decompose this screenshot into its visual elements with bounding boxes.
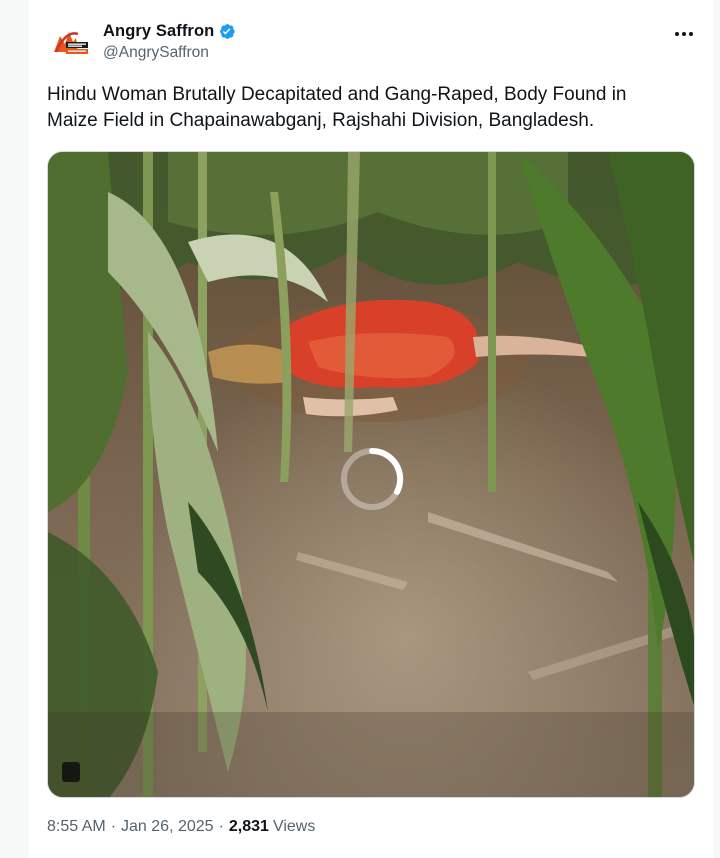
pause-icon[interactable]	[62, 762, 80, 782]
loading-spinner-icon	[341, 447, 404, 510]
author-handle[interactable]: @AngrySaffron	[103, 44, 236, 62]
tweet-text: Hindu Woman Brutally Decapitated and Gan…	[47, 84, 627, 131]
avatar[interactable]	[48, 22, 92, 66]
views-count: 2,831	[228, 818, 269, 835]
video-player[interactable]	[47, 151, 695, 798]
angry-saffron-logo-icon	[48, 22, 92, 66]
author-display-name[interactable]: Angry Saffron	[103, 22, 214, 41]
tweet-time[interactable]: 8:55 AM	[47, 818, 106, 836]
more-horizontal-icon	[675, 32, 693, 36]
views-label: Views	[272, 818, 316, 835]
tweet-card: Angry Saffron @AngrySaffron Hindu Woman …	[27, 0, 715, 858]
verified-badge-icon[interactable]	[217, 22, 236, 41]
tweet-meta: 8:55 AM · Jan 26, 2025 · 2,831 Views	[47, 818, 315, 836]
tweet-date[interactable]: Jan 26, 2025	[121, 818, 214, 836]
more-options-button[interactable]	[670, 24, 698, 44]
meta-separator: ·	[110, 818, 117, 835]
tweet-header: Angry Saffron @AngrySaffron	[48, 20, 698, 68]
author-names: Angry Saffron @AngrySaffron	[103, 20, 236, 62]
meta-separator: ·	[218, 818, 224, 835]
